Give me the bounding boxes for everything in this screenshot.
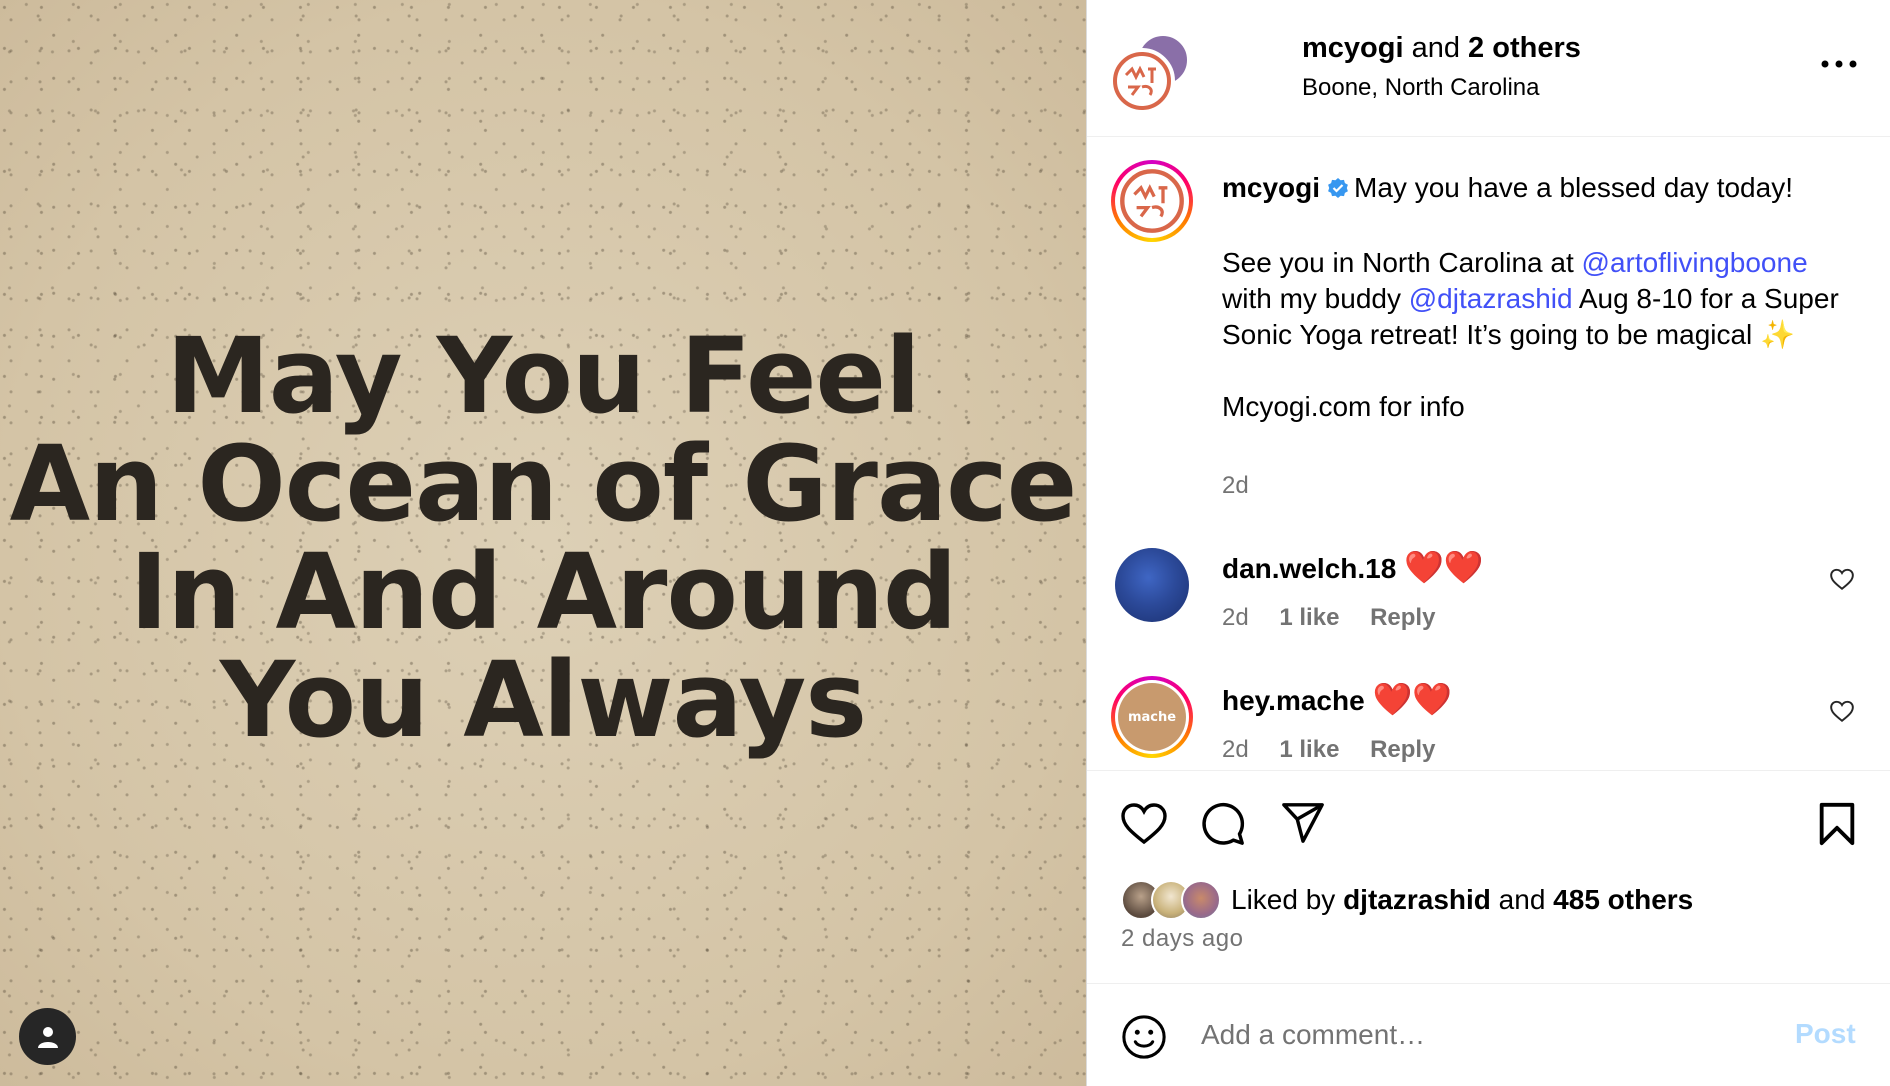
comment-avatar[interactable] xyxy=(1115,548,1189,622)
more-options-button[interactable] xyxy=(1817,48,1861,80)
likes-prefix: Liked by xyxy=(1231,884,1336,915)
comment-likes[interactable]: 1 like xyxy=(1279,736,1339,763)
sparkles-emoji: ✨ xyxy=(1760,319,1795,350)
mention-link[interactable]: @artoflivingboone xyxy=(1582,247,1808,278)
add-comment-bar: Post xyxy=(1087,983,1890,1086)
comment-button[interactable] xyxy=(1200,801,1246,852)
likes-summary: Liked by djtazrashid and 485 others xyxy=(1121,880,1693,920)
caption-paragraph-2: See you in North Carolina at @artoflivin… xyxy=(1222,245,1862,353)
comment-time[interactable]: 2d xyxy=(1222,604,1249,631)
caption-text: with my buddy xyxy=(1222,283,1409,314)
like-button[interactable] xyxy=(1120,801,1168,850)
post-location[interactable]: Boone, North Carolina xyxy=(1302,74,1539,102)
caption-username[interactable]: mcyogi xyxy=(1222,172,1320,203)
share-button[interactable] xyxy=(1280,801,1326,850)
post-header-title: mcyogi and 2 others xyxy=(1302,32,1581,65)
heart-icon xyxy=(1121,803,1167,845)
comment-likes[interactable]: 1 like xyxy=(1279,604,1339,631)
caption-paragraph-3: Mcyogi.com for info xyxy=(1222,391,1465,422)
comment-reply-button[interactable]: Reply xyxy=(1370,604,1435,631)
comment-username[interactable]: dan.welch.18 xyxy=(1222,553,1396,584)
header-username[interactable]: mcyogi xyxy=(1302,32,1404,64)
bookmark-icon xyxy=(1819,802,1855,846)
caption-timestamp[interactable]: 2d xyxy=(1222,472,1249,500)
post-sidebar: mcyogi and 2 others Boone, North Carolin… xyxy=(1086,0,1890,1086)
comment-body: hey.mache ❤️❤️ xyxy=(1222,680,1452,718)
comment-avatar[interactable]: mache xyxy=(1111,676,1193,758)
heart-outline-icon xyxy=(1830,568,1854,590)
comment-reply-button[interactable]: Reply xyxy=(1370,736,1435,763)
emoji-button[interactable] xyxy=(1121,1014,1167,1065)
send-icon xyxy=(1282,803,1324,843)
tagged-users-button[interactable] xyxy=(19,1008,76,1065)
likes-and: and xyxy=(1498,884,1546,915)
quote-line: In And Around xyxy=(129,531,958,653)
post-header: mcyogi and 2 others Boone, North Carolin… xyxy=(1087,0,1890,137)
header-and: and xyxy=(1411,32,1460,64)
likes-text[interactable]: Liked by djtazrashid and 485 others xyxy=(1231,884,1693,916)
comment-meta: 2d 1 like Reply xyxy=(1222,604,1459,632)
post-caption: mcyogi May you have a blessed day today! … xyxy=(1222,170,1862,425)
liked-by-user[interactable]: djtazrashid xyxy=(1343,884,1491,915)
mcyogi-logo-icon xyxy=(1120,169,1184,233)
mention-link[interactable]: @djtazrashid xyxy=(1409,283,1573,314)
caption-line-1: May you have a blessed day today! xyxy=(1354,172,1793,203)
comment-text: ❤️❤️ xyxy=(1372,681,1453,717)
post-actions xyxy=(1087,770,1890,846)
save-button[interactable] xyxy=(1817,801,1857,852)
comment-text: ❤️❤️ xyxy=(1404,549,1484,585)
emoji-icon xyxy=(1122,1015,1166,1059)
instagram-post-view: May You Feel An Ocean of Grace In And Ar… xyxy=(0,0,1890,1086)
post-comment-button[interactable]: Post xyxy=(1795,1018,1856,1050)
comment-icon xyxy=(1202,802,1245,845)
likes-count[interactable]: 485 others xyxy=(1553,884,1693,915)
post-image[interactable]: May You Feel An Ocean of Grace In And Ar… xyxy=(0,0,1086,1086)
comment-input[interactable] xyxy=(1199,1012,1763,1058)
comment-username[interactable]: hey.mache xyxy=(1222,685,1365,716)
comment-time[interactable]: 2d xyxy=(1222,736,1249,763)
heart-outline-icon xyxy=(1830,700,1854,722)
comment-like-button[interactable] xyxy=(1829,566,1857,594)
post-image-quote: May You Feel An Ocean of Grace In And Ar… xyxy=(0,322,1086,754)
more-horizontal-icon xyxy=(1821,60,1857,68)
post-time-ago[interactable]: 2 days ago xyxy=(1121,925,1243,953)
comment-body: dan.welch.18 ❤️❤️ xyxy=(1222,548,1484,586)
quote-line: You Always xyxy=(219,639,867,761)
comment-like-button[interactable] xyxy=(1829,698,1857,726)
caption-author-avatar[interactable] xyxy=(1111,160,1193,242)
header-others[interactable]: 2 others xyxy=(1468,32,1581,64)
verified-badge-icon xyxy=(1326,173,1350,209)
comment-meta: 2d 1 like Reply xyxy=(1222,736,1459,764)
avatar-label: mache xyxy=(1127,709,1177,725)
quote-line: An Ocean of Grace xyxy=(9,423,1078,545)
mcyogi-logo-icon xyxy=(1113,52,1171,110)
quote-line: May You Feel xyxy=(166,315,920,437)
author-avatar[interactable] xyxy=(1109,48,1175,114)
liker-avatar[interactable] xyxy=(1181,880,1221,920)
caption-text: See you in North Carolina at xyxy=(1222,247,1582,278)
person-icon xyxy=(37,1026,58,1048)
